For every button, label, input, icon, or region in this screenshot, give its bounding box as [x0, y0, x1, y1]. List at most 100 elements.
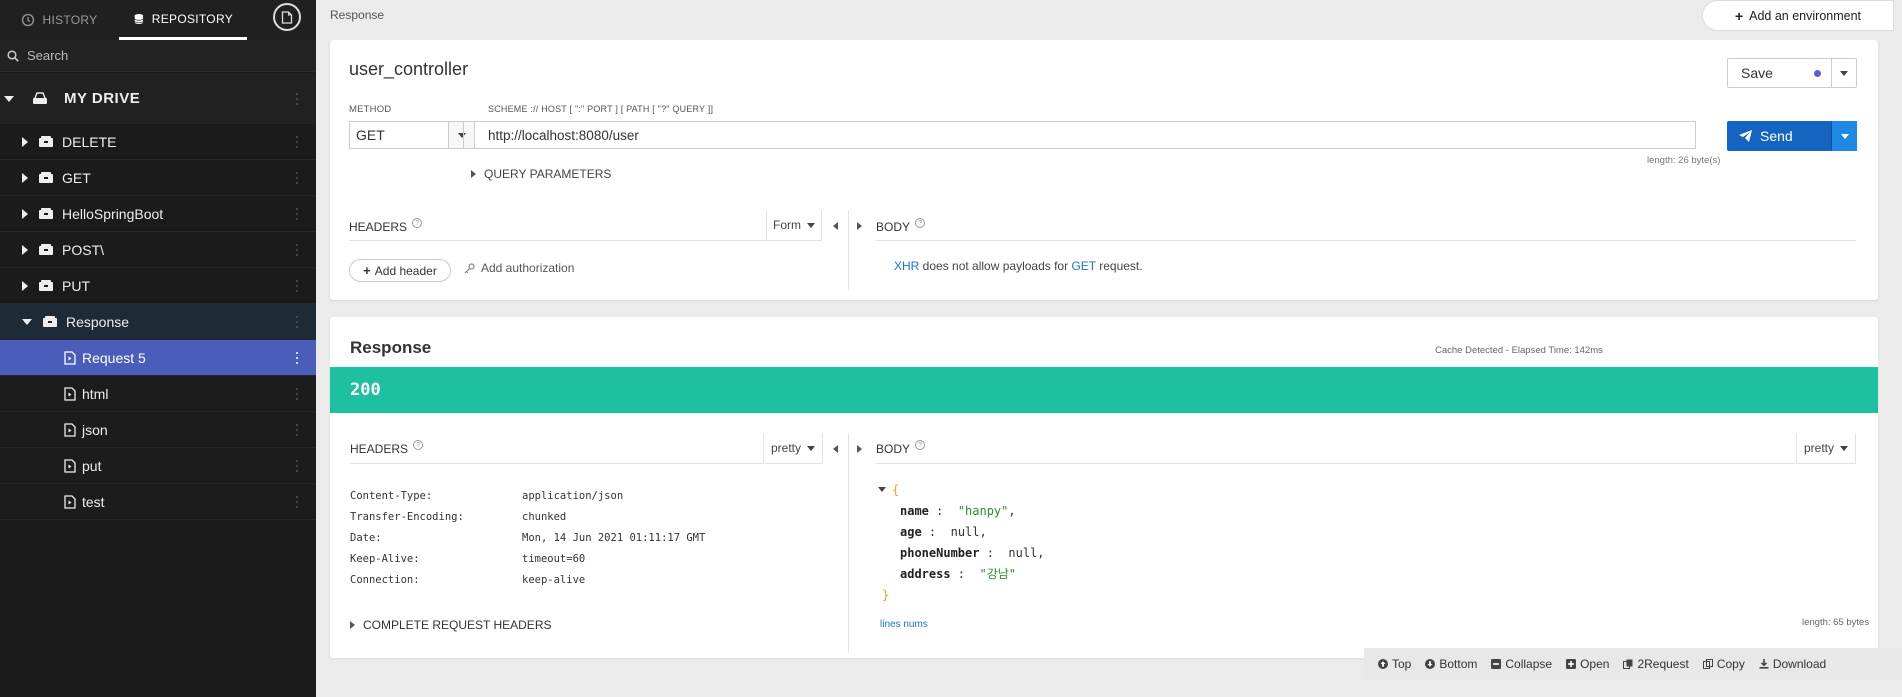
- more-options-icon[interactable]: [296, 92, 299, 105]
- request-item-html[interactable]: html: [0, 376, 316, 412]
- chevron-right-icon[interactable]: [22, 136, 28, 147]
- lines-nums-link[interactable]: lines nums: [880, 619, 928, 630]
- tab-repository[interactable]: REPOSITORY: [119, 0, 247, 40]
- request-item-test[interactable]: test: [0, 484, 316, 520]
- method-select[interactable]: GET: [349, 121, 475, 149]
- copy-label: Copy: [1716, 657, 1745, 671]
- add-authorization-label: Add authorization: [481, 261, 575, 275]
- breadcrumb: Response: [330, 8, 385, 22]
- collapse-button[interactable]: Collapse: [1491, 657, 1552, 671]
- minus-square-icon: [1491, 659, 1502, 669]
- url-input[interactable]: http://localhost:8080/user: [463, 121, 1696, 149]
- folder-icon: [39, 136, 53, 147]
- folder-response[interactable]: Response: [0, 304, 316, 340]
- headers-pretty-toggle[interactable]: pretty: [763, 433, 823, 463]
- chevron-right-icon[interactable]: [22, 208, 28, 219]
- headers-form-toggle[interactable]: Form: [766, 210, 822, 240]
- download-button[interactable]: Download: [1759, 657, 1826, 671]
- folder-post[interactable]: POST\: [0, 232, 316, 268]
- request-item-request-5[interactable]: Request 5: [0, 340, 316, 376]
- more-options-icon[interactable]: [296, 243, 299, 256]
- collapse-left-icon[interactable]: [829, 443, 841, 455]
- url-format-label: SCHEME :// HOST [ ":" PORT ] [ PATH [ "?…: [488, 104, 714, 114]
- chevron-right-icon: [350, 621, 355, 629]
- to-request-button[interactable]: 2Request: [1623, 657, 1689, 671]
- collapse-left-icon[interactable]: [829, 220, 841, 232]
- request-label: html: [82, 385, 109, 402]
- save-button[interactable]: Save: [1728, 59, 1832, 87]
- cache-elapsed-note: Cache Detected - Elapsed Time: 142ms: [1435, 345, 1603, 356]
- request-label: Request 5: [82, 349, 146, 366]
- more-options-icon[interactable]: [296, 459, 299, 472]
- json-open-line: {: [878, 479, 1045, 500]
- add-header-button[interactable]: + Add header: [349, 259, 451, 282]
- header-row: Transfer-Encoding: chunked: [350, 506, 705, 527]
- tab-history[interactable]: HISTORY: [0, 0, 119, 40]
- add-authorization-link[interactable]: Add authorization: [464, 261, 574, 275]
- json-key: address: [900, 566, 951, 581]
- more-options-icon[interactable]: [296, 495, 299, 508]
- collapse-json-icon[interactable]: [878, 487, 886, 492]
- request-body-heading: BODY ?: [876, 218, 926, 234]
- history-icon: [22, 13, 35, 27]
- open-button[interactable]: Open: [1566, 657, 1609, 671]
- bottom-button[interactable]: Bottom: [1425, 657, 1477, 671]
- complete-request-headers-toggle[interactable]: COMPLETE REQUEST HEADERS: [350, 618, 551, 632]
- send-button[interactable]: Send: [1727, 121, 1832, 151]
- collapse-label: Collapse: [1505, 657, 1553, 671]
- help-icon[interactable]: ?: [412, 218, 423, 228]
- xhr-link[interactable]: XHR: [894, 259, 919, 273]
- more-options-icon[interactable]: [296, 171, 299, 184]
- add-environment-button[interactable]: + Add an environment: [1702, 0, 1894, 31]
- more-options-icon[interactable]: [296, 207, 299, 220]
- copy-button[interactable]: Copy: [1702, 657, 1745, 671]
- sidebar-tabs: HISTORY REPOSITORY: [0, 0, 316, 40]
- save-button-group: Save: [1727, 58, 1857, 88]
- more-options-icon[interactable]: [296, 279, 299, 292]
- help-icon[interactable]: ?: [915, 440, 926, 450]
- folder-label: HelloSpringBoot: [62, 205, 164, 222]
- help-icon[interactable]: ?: [915, 218, 926, 228]
- folder-hellospringboot[interactable]: HelloSpringBoot: [0, 196, 316, 232]
- chevron-right-icon[interactable]: [22, 280, 28, 291]
- save-dropdown-button[interactable]: [1832, 59, 1856, 87]
- chevron-right-icon[interactable]: [22, 172, 28, 183]
- response-headers-heading: HEADERS ?: [350, 440, 424, 456]
- sidebar-search[interactable]: Search: [0, 40, 316, 72]
- complete-headers-label: COMPLETE REQUEST HEADERS: [363, 618, 552, 632]
- header-row: Content-Type: application/json: [350, 485, 705, 506]
- main-panel: Response + Add an environment user_contr…: [316, 0, 1902, 697]
- header-key: Connection:: [350, 573, 420, 586]
- collapse-right-icon[interactable]: [853, 443, 865, 455]
- json-value: null: [1008, 545, 1038, 560]
- query-parameters-toggle[interactable]: QUERY PARAMETERS: [471, 167, 611, 181]
- chevron-down-icon: [1840, 133, 1849, 139]
- send-dropdown-button[interactable]: [1832, 121, 1857, 151]
- request-item-json[interactable]: json: [0, 412, 316, 448]
- body-pretty-toggle[interactable]: pretty: [1796, 433, 1856, 463]
- copy-request-icon: [1623, 659, 1633, 669]
- help-icon[interactable]: ?: [413, 440, 424, 450]
- get-link[interactable]: GET: [1071, 259, 1095, 273]
- more-options-icon[interactable]: [296, 351, 299, 364]
- my-drive-row[interactable]: MY DRIVE: [0, 73, 316, 124]
- top-button[interactable]: Top: [1378, 657, 1411, 671]
- collapse-right-icon[interactable]: [853, 220, 865, 232]
- chevron-right-icon[interactable]: [22, 244, 28, 255]
- chevron-down-icon[interactable]: [4, 95, 14, 102]
- response-toolbar: Top Bottom Collapse Open 2Request Copy D…: [1364, 648, 1902, 680]
- folder-get[interactable]: GET: [0, 160, 316, 196]
- folder-icon: [39, 208, 53, 219]
- send-button-group: Send: [1727, 121, 1857, 151]
- folder-delete[interactable]: DELETE: [0, 124, 316, 160]
- new-request-button[interactable]: [273, 3, 301, 31]
- more-options-icon[interactable]: [296, 423, 299, 436]
- folder-label: PUT: [62, 277, 90, 294]
- more-options-icon[interactable]: [296, 315, 299, 328]
- request-item-put[interactable]: put: [0, 448, 316, 484]
- more-options-icon[interactable]: [296, 387, 299, 400]
- search-input[interactable]: Search: [27, 48, 68, 63]
- folder-put[interactable]: PUT: [0, 268, 316, 304]
- chevron-down-icon[interactable]: [22, 318, 32, 325]
- more-options-icon[interactable]: [296, 135, 299, 148]
